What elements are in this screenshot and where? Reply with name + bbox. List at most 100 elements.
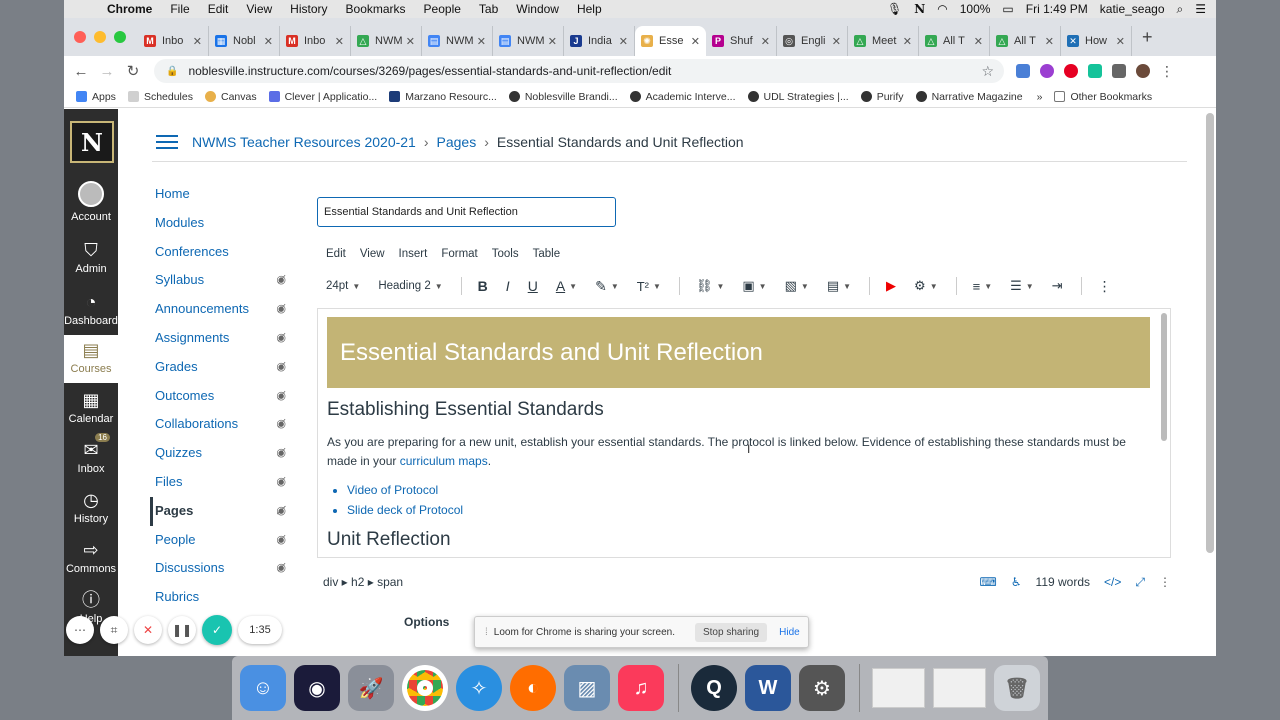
- hamburger-icon[interactable]: [156, 134, 178, 149]
- bookmark-item[interactable]: Canvas: [204, 91, 257, 103]
- eye-hidden-icon[interactable]: ◉̸: [276, 554, 286, 583]
- forward-icon[interactable]: →: [94, 63, 120, 80]
- editor-scrollbar[interactable]: [1161, 313, 1167, 441]
- browser-tab[interactable]: ▦ Nobl ✕: [209, 26, 280, 56]
- page-scrollbar[interactable]: [1206, 113, 1214, 553]
- course-nav-item[interactable]: Announcements ◉̸: [150, 295, 290, 324]
- browser-tab[interactable]: ▤ NWM ✕: [422, 26, 493, 56]
- crop-icon[interactable]: ⌗: [100, 616, 128, 644]
- heading-unit-reflection[interactable]: Unit Reflection: [327, 529, 451, 551]
- curriculum-maps-link[interactable]: curriculum maps: [400, 454, 488, 468]
- bookmark-item[interactable]: Schedules: [127, 91, 193, 103]
- underline-icon[interactable]: U: [528, 278, 538, 294]
- eye-hidden-icon[interactable]: ◉̸: [276, 353, 286, 382]
- nav-admin[interactable]: ⛉ Admin: [64, 239, 118, 275]
- user-name[interactable]: katie_seago: [1100, 2, 1165, 16]
- system-preferences-icon[interactable]: ⚙: [798, 665, 845, 711]
- bookmark-item[interactable]: Apps: [76, 91, 116, 103]
- menu-edit[interactable]: Edit: [208, 2, 229, 16]
- tab-close-icon[interactable]: ✕: [974, 35, 983, 48]
- link-icon[interactable]: ⛓ ▼: [696, 278, 724, 294]
- bookmark-item[interactable]: UDL Strategies |...: [747, 91, 849, 103]
- resize-handle-icon[interactable]: ⋮: [1159, 575, 1171, 589]
- more-vert-icon[interactable]: ⋮: [1160, 63, 1174, 80]
- rce-menu-table[interactable]: Table: [533, 248, 561, 260]
- chrome-icon[interactable]: [402, 665, 448, 711]
- menu-help[interactable]: Help: [577, 2, 602, 16]
- tab-close-icon[interactable]: ✕: [832, 35, 841, 48]
- puzzle-icon[interactable]: [1112, 64, 1126, 78]
- eye-hidden-icon[interactable]: ◉̸: [276, 526, 286, 555]
- control-list-icon[interactable]: ☰: [1195, 2, 1206, 16]
- tab-close-icon[interactable]: ✕: [193, 35, 202, 48]
- fullscreen-icon[interactable]: ⤢: [1135, 575, 1145, 590]
- profile-avatar[interactable]: [1136, 64, 1150, 78]
- course-nav-item[interactable]: Home: [150, 180, 290, 209]
- launchpad-icon[interactable]: 🚀: [348, 665, 394, 711]
- body-paragraph[interactable]: As you are preparing for a new unit, est…: [327, 433, 1137, 471]
- text-color-icon[interactable]: A ▼: [556, 278, 577, 294]
- list-icon[interactable]: ☰ ▼: [1010, 278, 1034, 294]
- mic-icon[interactable]: 🎙: [887, 2, 902, 16]
- eye-hidden-icon[interactable]: ◉̸: [276, 295, 286, 324]
- browser-tab[interactable]: ▤ NWM ✕: [493, 26, 564, 56]
- nav-dashboard[interactable]: ◔ Dashboard: [64, 291, 118, 327]
- eye-hidden-icon[interactable]: ◉̸: [276, 439, 286, 468]
- menu-people[interactable]: People: [424, 2, 461, 16]
- bookmarks-overflow-icon[interactable]: »: [1037, 91, 1043, 103]
- pinterest-icon[interactable]: [1064, 64, 1078, 78]
- finder-icon[interactable]: ☺: [240, 665, 286, 711]
- rce-menu-insert[interactable]: Insert: [399, 248, 428, 260]
- tab-close-icon[interactable]: ✕: [264, 35, 273, 48]
- menu-tab[interactable]: Tab: [479, 2, 498, 16]
- more-vert-icon[interactable]: ⋮: [1098, 278, 1112, 295]
- course-nav-item[interactable]: Pages ◉̸: [150, 496, 290, 526]
- breadcrumb-pages[interactable]: Pages: [437, 134, 477, 150]
- apps-icon[interactable]: ⚙ ▼: [914, 278, 938, 294]
- browser-tab[interactable]: ✕ How ✕: [1061, 26, 1132, 56]
- firefox-icon[interactable]: ◐: [510, 665, 556, 711]
- breadcrumb-course[interactable]: NWMS Teacher Resources 2020-21: [192, 134, 416, 150]
- drag-handle-icon[interactable]: ⁞: [485, 627, 488, 638]
- menu-window[interactable]: Window: [516, 2, 559, 16]
- element-path[interactable]: div ▸ h2 ▸ span: [323, 575, 403, 589]
- align-icon[interactable]: ≡ ▼: [973, 279, 993, 294]
- bookmark-star-icon[interactable]: ☆: [981, 63, 994, 80]
- nav-account[interactable]: Account: [64, 181, 118, 223]
- tab-close-icon[interactable]: ✕: [619, 35, 628, 48]
- tab-close-icon[interactable]: ✕: [1045, 35, 1054, 48]
- video-protocol-link[interactable]: Video of Protocol: [347, 481, 463, 501]
- extension-icon[interactable]: [1040, 64, 1054, 78]
- browser-tab[interactable]: ◎ Engli ✕: [777, 26, 848, 56]
- rce-menu-format[interactable]: Format: [441, 248, 477, 260]
- rce-menu-view[interactable]: View: [360, 248, 385, 260]
- heading-establishing[interactable]: Establishing Essential Standards: [327, 399, 604, 421]
- menu-file[interactable]: File: [170, 2, 189, 16]
- extension-icon[interactable]: [1016, 64, 1030, 78]
- bookmark-item[interactable]: Marzano Resourc...: [389, 91, 497, 103]
- word-icon[interactable]: W: [744, 665, 791, 711]
- indent-icon[interactable]: ⇥: [1052, 278, 1063, 294]
- minimized-window[interactable]: [932, 668, 986, 708]
- eye-hidden-icon[interactable]: ◉̸: [276, 382, 286, 411]
- new-tab-button[interactable]: +: [1142, 27, 1153, 48]
- bold-icon[interactable]: B: [478, 278, 488, 294]
- tab-close-icon[interactable]: ✕: [548, 35, 557, 48]
- html-editor-toggle[interactable]: </>: [1104, 575, 1121, 589]
- rce-menu-edit[interactable]: Edit: [326, 248, 346, 260]
- eye-hidden-icon[interactable]: ◉̸: [276, 468, 286, 497]
- noblesville-icon[interactable]: N: [914, 2, 925, 16]
- spotlight-icon[interactable]: ⌕: [1177, 2, 1184, 17]
- course-nav-item[interactable]: Syllabus ◉̸: [150, 266, 290, 295]
- bookmark-item[interactable]: Narrative Magazine: [915, 91, 1023, 103]
- reload-icon[interactable]: ↻: [120, 62, 146, 80]
- menu-bookmarks[interactable]: Bookmarks: [346, 2, 406, 16]
- close-window-button[interactable]: [74, 31, 86, 43]
- tab-close-icon[interactable]: ✕: [1116, 35, 1125, 48]
- superscript-icon[interactable]: T² ▼: [637, 279, 661, 294]
- browser-tab[interactable]: J India ✕: [564, 26, 635, 56]
- course-nav-item[interactable]: Grades ◉̸: [150, 353, 290, 382]
- tab-close-icon[interactable]: ✕: [477, 35, 486, 48]
- bookmark-item[interactable]: Purify: [860, 91, 904, 103]
- browser-tab[interactable]: P Shuf ✕: [706, 26, 777, 56]
